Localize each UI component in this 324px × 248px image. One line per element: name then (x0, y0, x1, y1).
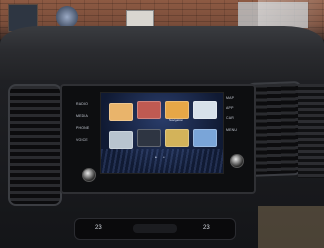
tunnel-tile-icon[interactable] (137, 129, 161, 147)
navigation-tile-label: Navigation (168, 118, 184, 122)
air-vent-left[interactable] (8, 84, 62, 206)
radio-button[interactable]: RADIO (76, 102, 88, 106)
wallpaper-wave (101, 149, 223, 173)
touchscreen[interactable]: Navigation • • (100, 92, 224, 174)
radio-tile-icon[interactable] (137, 101, 161, 119)
volume-knob[interactable] (82, 168, 96, 182)
media-tile-icon[interactable] (109, 103, 133, 121)
phone-tile-icon[interactable] (193, 101, 217, 119)
left-temperature: 23 (95, 225, 102, 231)
dashboard-top (0, 26, 324, 86)
climate-control-panel: 23 23 (74, 218, 236, 240)
media-button[interactable]: MEDIA (76, 114, 88, 118)
app-button[interactable]: APP (226, 106, 234, 110)
street-lamp (56, 6, 78, 28)
voice-button[interactable]: VOICE (76, 138, 88, 142)
tune-knob[interactable] (230, 154, 244, 168)
car-button[interactable]: CAR (226, 116, 234, 120)
climate-mode-buttons[interactable] (133, 224, 177, 233)
navigation-tile-icon[interactable] (165, 101, 189, 119)
map-button[interactable]: MAP (226, 96, 234, 100)
menu-button[interactable]: MENU (226, 128, 237, 132)
right-temperature: 23 (203, 225, 210, 231)
page-indicator-dot-2: • (163, 155, 165, 161)
passenger-side-grille (258, 206, 324, 248)
gallery-tile-icon[interactable] (165, 129, 189, 147)
phone-button[interactable]: PHONE (76, 126, 89, 130)
air-vent-far-right[interactable] (298, 84, 324, 178)
weather-tile-icon[interactable] (109, 131, 133, 149)
car-dashboard-photo: RADIO MEDIA PHONE VOICE MAP APP CAR MENU… (0, 0, 324, 248)
sky-tile-icon[interactable] (193, 129, 217, 147)
page-indicator-dot-1: • (155, 155, 157, 161)
